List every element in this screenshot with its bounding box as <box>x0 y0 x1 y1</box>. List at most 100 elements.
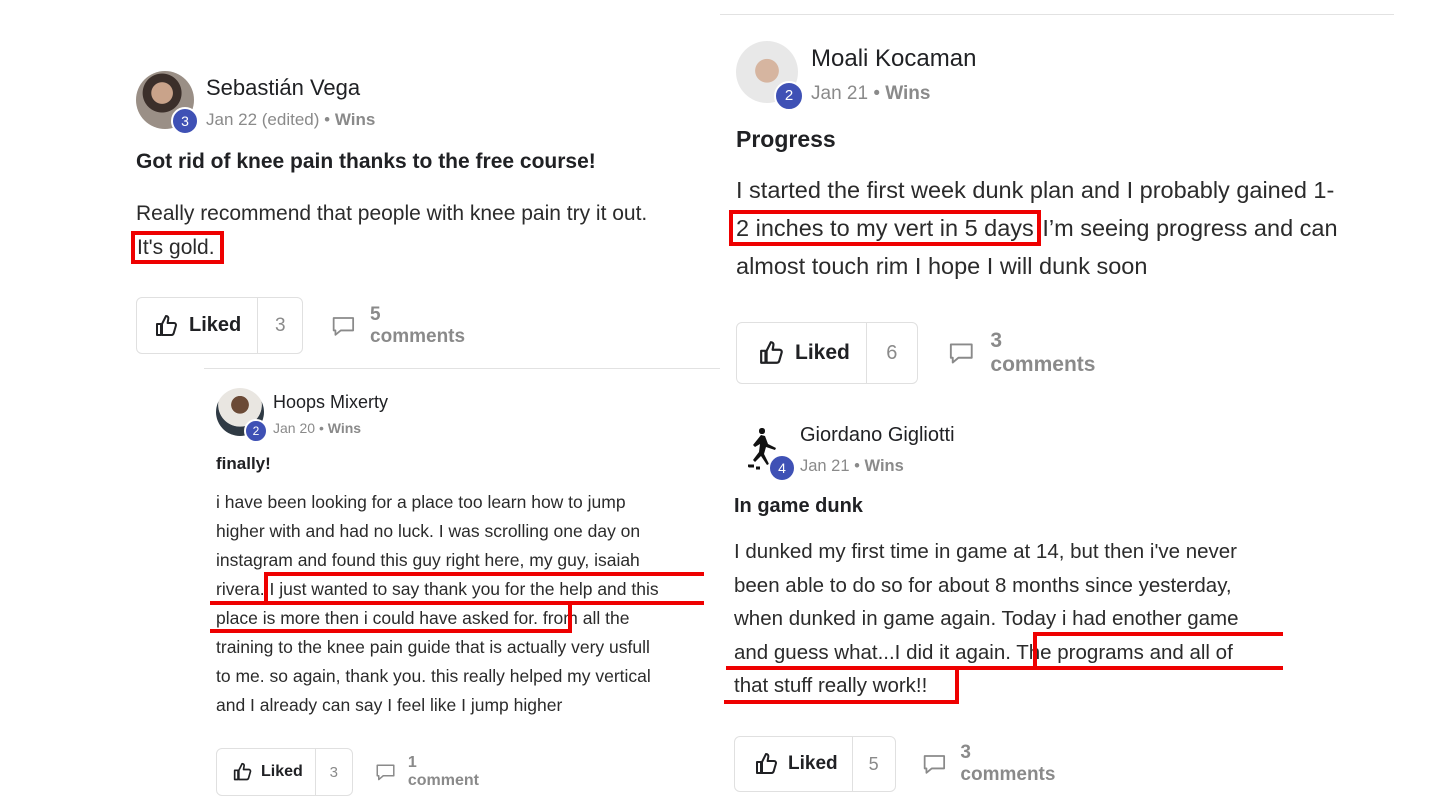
post-category[interactable]: Wins <box>335 110 375 129</box>
avatar[interactable]: 2 <box>216 388 268 443</box>
post-body: I dunked my first time in game at 14, bu… <box>734 535 1239 703</box>
like-label: Liked <box>189 314 242 336</box>
like-count[interactable]: 5 <box>853 737 895 791</box>
body-text: rivera. <box>216 579 265 599</box>
like-count[interactable]: 6 <box>867 323 917 383</box>
highlighted-text: that stuff really work!! <box>734 674 928 697</box>
level-badge: 2 <box>774 81 804 111</box>
highlight-underline <box>210 601 704 605</box>
like-button[interactable]: Liked 3 <box>136 297 304 354</box>
comments-count: 3 comments <box>960 742 1056 785</box>
divider <box>720 14 1394 15</box>
body-line: I started the first week dunk plan and I… <box>736 177 1335 203</box>
highlighted-text: 2 inches to my vert in 5 days <box>729 210 1041 246</box>
separator: • <box>854 457 860 475</box>
level-badge: 2 <box>244 419 268 443</box>
post-date: Jan 22 (edited) <box>206 110 320 129</box>
post-date: Jan 21 <box>811 83 869 104</box>
highlight-underline <box>264 572 268 602</box>
like-count[interactable]: 3 <box>316 749 352 795</box>
comment-icon <box>923 755 945 774</box>
highlight-underline <box>724 700 959 704</box>
post-actions: Liked 6 3 comments <box>736 322 1099 384</box>
comments-link[interactable]: 3 comments <box>948 329 1099 377</box>
comments-link[interactable]: 3 comments <box>922 742 1059 786</box>
highlighted-text: It's gold. <box>131 231 224 264</box>
comments-link[interactable]: 1 comment <box>375 754 482 790</box>
level-badge: 3 <box>171 107 199 135</box>
post-category[interactable]: Wins <box>885 83 930 104</box>
like-main[interactable]: Liked <box>217 749 316 795</box>
body-line: training to the knee pain guide that is … <box>216 637 650 657</box>
highlighted-text: I just wanted to say thank you for the h… <box>264 579 659 599</box>
body-line: to me. so again, thank you. this really … <box>216 666 651 686</box>
highlighted-text: place is more then i could have asked fo… <box>216 608 538 628</box>
post-title[interactable]: finally! <box>216 454 271 474</box>
avatar[interactable]: 3 <box>136 71 199 135</box>
highlight-underline <box>726 666 1283 670</box>
like-label: Liked <box>788 753 838 774</box>
comment-icon <box>376 764 395 781</box>
post-meta: Jan 21 • Wins <box>811 83 930 105</box>
author-name[interactable]: Hoops Mixerty <box>273 392 388 413</box>
like-main[interactable]: Liked <box>735 737 853 791</box>
post-body: I started the first week dunk plan and I… <box>729 171 1338 285</box>
thumbs-up-icon <box>233 762 252 781</box>
post-body: Really recommend that people with knee p… <box>131 197 648 265</box>
level-badge: 4 <box>768 454 796 482</box>
like-button[interactable]: Liked 3 <box>216 748 353 796</box>
like-label: Liked <box>795 341 850 364</box>
post-actions: Liked 3 5 comments <box>136 297 468 354</box>
post-meta: Jan 20 • Wins <box>273 420 361 436</box>
like-label: Liked <box>261 763 303 780</box>
like-main[interactable]: Liked <box>737 323 867 383</box>
post-title[interactable]: Progress <box>736 126 836 153</box>
author-name[interactable]: Giordano Gigliotti <box>800 424 955 447</box>
body-line: instagram and found this guy right here,… <box>216 550 640 570</box>
post-category[interactable]: Wins <box>328 420 361 436</box>
highlight-underline <box>210 629 572 633</box>
like-button[interactable]: Liked 5 <box>734 736 896 792</box>
like-button[interactable]: Liked 6 <box>736 322 918 384</box>
comments-count: 3 comments <box>990 329 1096 376</box>
highlight-underline <box>1033 632 1283 636</box>
post-date: Jan 20 <box>273 420 316 436</box>
body-text: and guess what...I did it again. <box>734 640 1011 664</box>
post-title[interactable]: Got rid of knee pain thanks to the free … <box>136 150 596 174</box>
post-title[interactable]: In game dunk <box>734 495 863 518</box>
author-name[interactable]: Sebastián Vega <box>206 75 360 101</box>
author-name[interactable]: Moali Kocaman <box>811 45 976 73</box>
body-line: when dunked in game again. Today i had e… <box>734 607 1239 630</box>
comment-icon <box>333 316 355 336</box>
post-date: Jan 21 <box>800 457 850 475</box>
highlight-underline <box>264 572 704 576</box>
comments-link[interactable]: 5 comments <box>331 304 468 348</box>
post-actions: Liked 5 3 comments <box>734 736 1059 792</box>
comment-icon <box>949 343 973 364</box>
post-actions: Liked 3 1 comment <box>216 748 482 796</box>
like-count[interactable]: 3 <box>258 298 302 353</box>
separator: • <box>318 420 324 436</box>
thumbs-up-icon <box>760 341 783 364</box>
separator: • <box>324 110 331 129</box>
avatar[interactable]: 2 <box>736 41 804 111</box>
body-line: I dunked my first time in game at 14, bu… <box>734 540 1238 563</box>
body-line: and I already can say I feel like I jump… <box>216 695 563 715</box>
highlighted-text: The programs and all of <box>1010 640 1233 664</box>
highlight-underline <box>568 601 572 631</box>
comments-count: 1 comment <box>407 754 479 789</box>
body-line: Really recommend that people with knee p… <box>136 202 648 225</box>
body-text: I’m seeing progress and can <box>1035 215 1338 241</box>
post-meta: Jan 21 • Wins <box>800 457 904 476</box>
body-line: higher with and had no luck. I was scrol… <box>216 521 641 541</box>
comments-count: 5 comments <box>370 303 466 347</box>
thumbs-up-icon <box>756 753 777 774</box>
body-line: almost touch rim I hope I will dunk soon <box>736 253 1148 279</box>
body-line: been able to do so for about 8 months si… <box>734 573 1232 597</box>
divider <box>204 368 720 369</box>
post-category[interactable]: Wins <box>865 457 904 475</box>
separator: • <box>873 83 880 104</box>
like-main[interactable]: Liked <box>137 298 259 353</box>
avatar[interactable]: 4 <box>740 422 796 482</box>
post-meta: Jan 22 (edited) • Wins <box>206 110 375 130</box>
